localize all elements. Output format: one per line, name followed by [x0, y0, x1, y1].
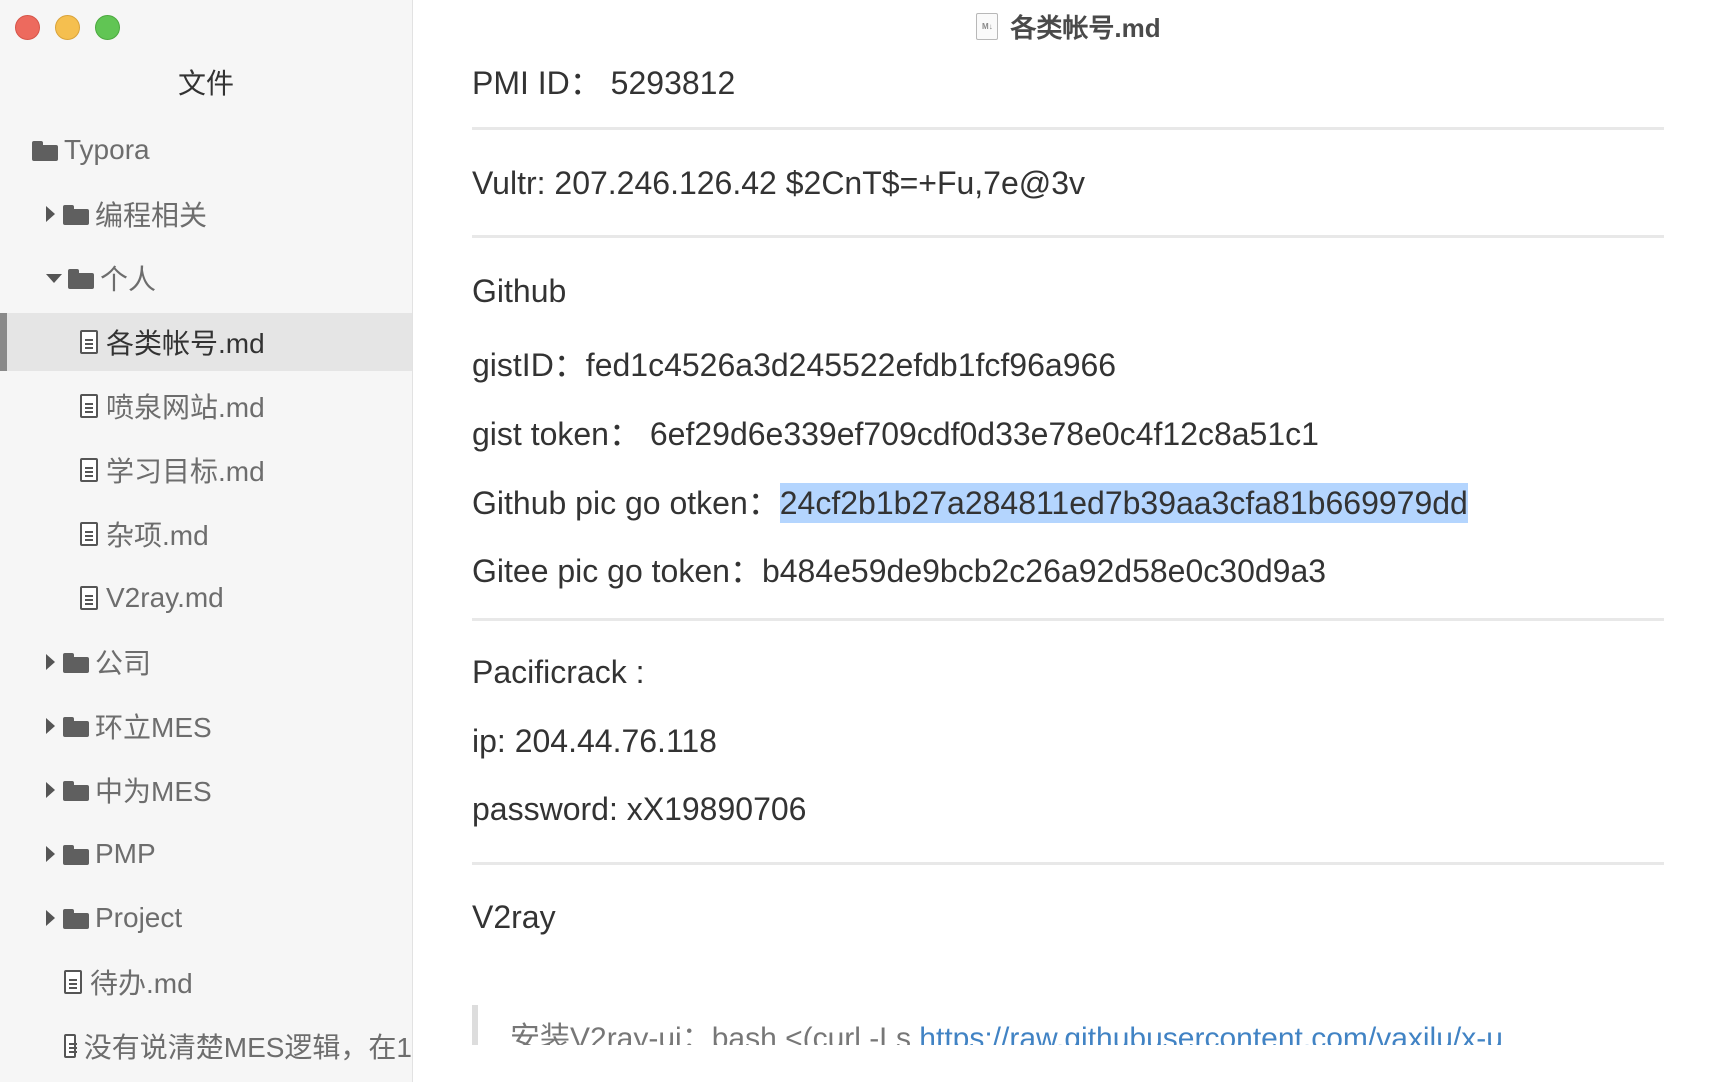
sidebar-item-label: Project [95, 902, 183, 933]
disclosure-collapsed-icon[interactable] [46, 718, 55, 734]
disclosure-collapsed-icon[interactable] [46, 654, 55, 670]
folder-icon [63, 909, 89, 929]
pmi-line[interactable]: PMI ID： 5293812 [472, 58, 735, 104]
sidebar-folder[interactable]: PMP [0, 825, 412, 883]
document-icon [64, 970, 82, 994]
disclosure-collapsed-icon[interactable] [46, 782, 55, 798]
folder-icon [68, 269, 94, 289]
github-picgo-line[interactable]: Github pic go otken：24cf2b1b27a284811ed7… [472, 478, 1468, 524]
sidebar-title: 文件 [177, 68, 234, 99]
document-icon [80, 586, 98, 610]
sidebar-item-label: 待办.md [90, 968, 193, 999]
horizontal-rule [472, 127, 1664, 130]
sidebar-folder[interactable]: Project [0, 889, 412, 947]
disclosure-collapsed-icon[interactable] [46, 206, 55, 222]
document-icon [80, 330, 98, 354]
sidebar-item-label: PMP [95, 838, 156, 869]
sidebar-item-label: 公司 [95, 648, 152, 679]
folder-icon [63, 205, 89, 225]
sidebar-file[interactable]: 学习目标.md [0, 441, 412, 499]
folder-icon [63, 781, 89, 801]
sidebar-folder[interactable]: 环立MES [0, 697, 412, 755]
document-icon [80, 394, 98, 418]
github-picgo-label: Github pic go otken： [472, 485, 780, 521]
sidebar-item-label: Typora [64, 134, 150, 165]
horizontal-rule [472, 618, 1664, 621]
sidebar-file[interactable]: 没有说清楚MES逻辑，在1 [0, 1017, 412, 1075]
sidebar-folder[interactable]: 中为MES [0, 761, 412, 819]
minimize-window-button[interactable] [55, 15, 80, 40]
disclosure-collapsed-icon[interactable] [46, 846, 55, 862]
sidebar-folder[interactable]: Typora [0, 121, 412, 179]
v2ray-heading[interactable]: V2ray [472, 899, 556, 936]
markdown-file-icon: M↓ [976, 12, 999, 40]
gitee-picgo-line[interactable]: Gitee pic go token：b484e59de9bcb2c26a92d… [472, 546, 1326, 592]
sidebar-item-label: V2ray.md [106, 582, 224, 613]
github-heading[interactable]: Github [472, 273, 566, 310]
horizontal-rule [472, 862, 1664, 865]
sidebar-item-label: 环立MES [95, 712, 212, 743]
sidebar-item-label: 各类帐号.md [106, 328, 265, 359]
gist-token-line[interactable]: gist token： 6ef29d6e339ef709cdf0d33e78e0… [472, 409, 1319, 455]
horizontal-rule [472, 235, 1664, 238]
file-sidebar: 文件 Typora 编程相关个人各类帐号.md 喷泉网站.md 学习目标.md 杂项.m… [0, 0, 413, 1082]
sidebar-item-label: 没有说清楚MES逻辑，在1 [83, 1032, 412, 1063]
pacificrack-heading[interactable]: Pacificrack : [472, 654, 644, 691]
sidebar-item-label: 杂项.md [106, 520, 209, 551]
sidebar-folder[interactable]: 公司 [0, 633, 412, 691]
sidebar-file[interactable]: 喷泉网站.md [0, 377, 412, 435]
folder-icon [63, 653, 89, 673]
gist-id-line[interactable]: gistID：fed1c4526a3d245522efdb1fcf96a966 [472, 340, 1116, 386]
sidebar-file[interactable]: V2ray.md [0, 569, 412, 627]
window-titlebar: M↓ 各类帐号.md [413, 0, 1724, 52]
sidebar-file[interactable]: 待办.md [0, 953, 412, 1011]
disclosure-expanded-icon[interactable] [46, 273, 62, 283]
folder-icon [63, 717, 89, 737]
document-icon [64, 1034, 77, 1058]
sidebar-item-label: 个人 [100, 264, 157, 295]
password-line[interactable]: password: xX19890706 [472, 791, 806, 828]
sidebar-folder[interactable]: 编程相关 [0, 185, 412, 243]
sidebar-file[interactable]: 各类帐号.md [0, 313, 412, 371]
disclosure-collapsed-icon[interactable] [46, 910, 55, 926]
zoom-window-button[interactable] [95, 15, 120, 40]
vultr-line[interactable]: Vultr: 207.246.126.42 $2CnT$=+Fu,7e@3v [472, 165, 1085, 202]
selected-token-text[interactable]: 24cf2b1b27a284811ed7b39aa3cfa81b669979dd [779, 483, 1468, 523]
close-window-button[interactable] [15, 15, 40, 40]
sidebar-item-label: 学习目标.md [106, 456, 265, 487]
window-title: 各类帐号.md [1010, 12, 1161, 43]
folder-icon [32, 141, 58, 161]
folder-icon [63, 845, 89, 865]
install-script-link[interactable]: https://raw.githubusercontent.com/vaxilu… [919, 1022, 1503, 1045]
sidebar-item-label: 喷泉网站.md [106, 392, 265, 423]
ip-line[interactable]: ip: 204.44.76.118 [472, 723, 717, 760]
sidebar-item-label: 编程相关 [95, 200, 208, 231]
document-icon [80, 458, 98, 482]
sidebar-item-label: 中为MES [95, 776, 212, 807]
install-command: 安装V2ray-ui：bash <(curl -Ls https://raw.g… [510, 1013, 1503, 1045]
install-blockquote[interactable]: 安装V2ray-ui：bash <(curl -Ls https://raw.g… [472, 1005, 1670, 1045]
document-icon [80, 522, 98, 546]
sidebar-folder[interactable]: 个人 [0, 249, 412, 307]
sidebar-file[interactable]: 杂项.md [0, 505, 412, 563]
